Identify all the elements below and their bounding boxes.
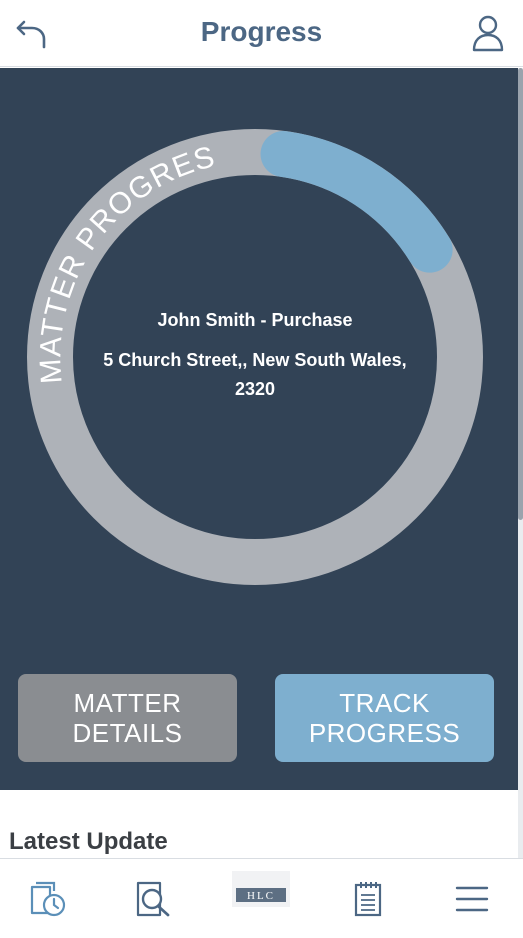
matter-address: 5 Church Street,, New South Wales, 2320 bbox=[103, 350, 407, 399]
scrollbar-thumb[interactable] bbox=[518, 68, 523, 520]
track-progress-label: TRACK PROGRESS bbox=[308, 688, 461, 748]
notepad-icon[interactable] bbox=[346, 877, 390, 921]
latest-update-heading: Latest Update bbox=[9, 828, 168, 855]
timeline-icon[interactable] bbox=[26, 877, 70, 921]
matter-summary: John Smith - Purchase 5 Church Street,, … bbox=[100, 306, 410, 404]
app-header: Progress bbox=[0, 0, 523, 67]
scrollbar[interactable] bbox=[518, 68, 523, 858]
matter-name: John Smith - Purchase bbox=[157, 310, 353, 330]
page-title: Progress bbox=[200, 16, 323, 47]
menu-icon[interactable] bbox=[450, 877, 494, 921]
track-progress-button[interactable]: TRACK PROGRESS bbox=[275, 674, 494, 762]
user-icon[interactable] bbox=[471, 14, 505, 52]
bottom-nav: HLC bbox=[0, 858, 523, 938]
hlc-logo[interactable]: HLC bbox=[232, 871, 290, 907]
matter-details-label: MATTER DETAILS bbox=[72, 688, 183, 748]
matter-details-button[interactable]: MATTER DETAILS bbox=[18, 674, 237, 762]
document-search-icon[interactable] bbox=[132, 877, 176, 921]
svg-text:HLC: HLC bbox=[247, 890, 275, 902]
